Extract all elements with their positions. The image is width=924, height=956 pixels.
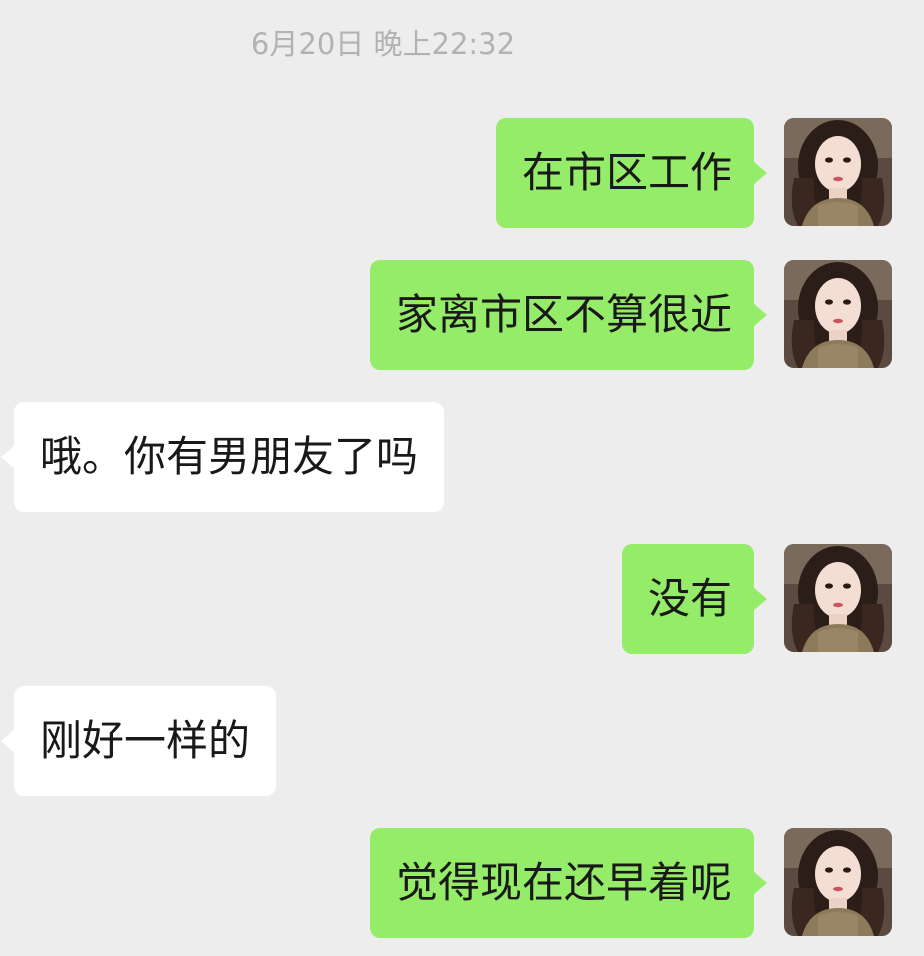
my-message-bubble[interactable]: 在市区工作 xyxy=(495,118,768,228)
other-message-bubble[interactable]: 刚好一样的 xyxy=(0,686,277,796)
message-text: 刚好一样的 xyxy=(40,716,251,765)
my-avatar[interactable] xyxy=(784,828,892,936)
chat-screen: 6月20日 晚上22:32 在市区工作 家离市区不算很近 哦。你有男朋友了吗 没… xyxy=(0,0,924,956)
message-text: 在市区工作 xyxy=(521,148,732,197)
message-text: 哦。你有男朋友了吗 xyxy=(40,432,419,481)
message-text: 觉得现在还早着呢 xyxy=(395,858,732,907)
avatar-photo-icon xyxy=(784,260,892,368)
my-message-bubble[interactable]: 家离市区不算很近 xyxy=(369,260,768,370)
message-text: 家离市区不算很近 xyxy=(395,290,732,339)
message-timestamp: 6月20日 晚上22:32 xyxy=(250,27,516,61)
my-avatar[interactable] xyxy=(784,118,892,226)
my-message-bubble[interactable]: 没有 xyxy=(621,544,768,654)
other-message-bubble[interactable]: 哦。你有男朋友了吗 xyxy=(0,402,445,512)
avatar-photo-icon xyxy=(784,544,892,652)
avatar-photo-icon xyxy=(784,118,892,226)
my-message-bubble[interactable]: 觉得现在还早着呢 xyxy=(369,828,768,938)
my-avatar[interactable] xyxy=(784,544,892,652)
message-text: 没有 xyxy=(647,574,732,623)
avatar-photo-icon xyxy=(784,828,892,936)
my-avatar[interactable] xyxy=(784,260,892,368)
